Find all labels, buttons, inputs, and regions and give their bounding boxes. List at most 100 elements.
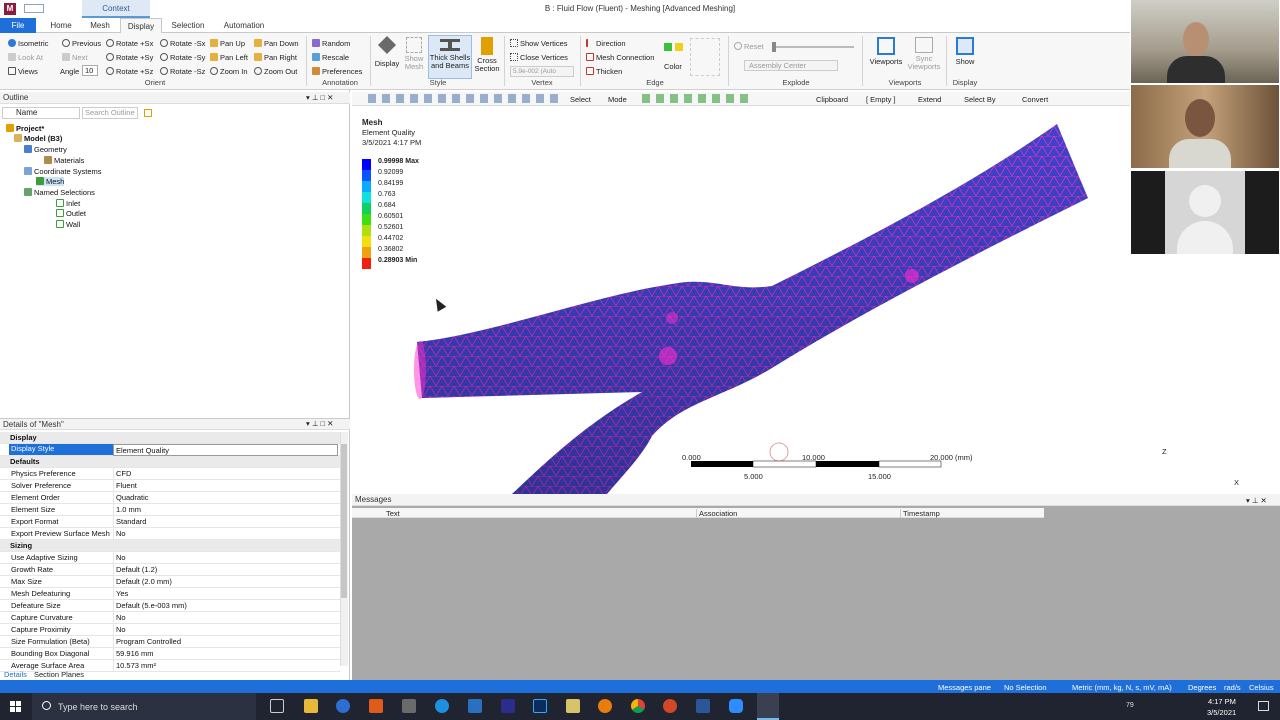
details-row[interactable]: Capture Curvature No bbox=[0, 612, 340, 624]
details-row[interactable]: Size Formulation (Beta) Program Controlle… bbox=[0, 636, 340, 648]
rescale-button[interactable]: Rescale bbox=[312, 53, 349, 62]
filter-icon[interactable] bbox=[144, 109, 152, 117]
details-row-value[interactable]: No bbox=[113, 612, 338, 624]
rotate-plus-sy-button[interactable]: Rotate +Sy bbox=[106, 53, 153, 62]
details-row-value[interactable]: No bbox=[113, 528, 338, 540]
tab-file[interactable]: File bbox=[0, 18, 36, 33]
mesh-connection-button[interactable]: Mesh Connection bbox=[586, 53, 654, 62]
previous-button[interactable]: Previous bbox=[62, 39, 101, 48]
app-icon[interactable] bbox=[468, 699, 482, 713]
column-timestamp[interactable]: Timestamp bbox=[900, 509, 940, 518]
file-explorer-icon[interactable] bbox=[304, 699, 318, 713]
vertex-tolerance-input[interactable]: 5.9e-002 (Auto bbox=[510, 66, 574, 77]
details-row[interactable]: Capture Proximity No bbox=[0, 624, 340, 636]
rotate-plus-sz-button[interactable]: Rotate +Sz bbox=[106, 67, 153, 76]
tree-item-outlet[interactable]: Outlet bbox=[56, 209, 86, 218]
app-icon[interactable] bbox=[435, 699, 449, 713]
details-row-value[interactable]: Default (5.e-003 mm) bbox=[113, 600, 338, 612]
show-vertices-button[interactable]: Show Vertices bbox=[510, 39, 568, 48]
steam-icon[interactable] bbox=[336, 699, 350, 713]
isometric-button[interactable]: Isometric bbox=[8, 39, 48, 48]
assembly-center-dropdown[interactable]: Assembly Center bbox=[744, 60, 838, 71]
pan-up-button[interactable]: Pan Up bbox=[210, 39, 245, 48]
outline-pin-icon[interactable]: ▾ ⊥ □ ✕ bbox=[306, 93, 333, 102]
notification-icon[interactable] bbox=[1258, 701, 1269, 711]
outline-name-header[interactable]: Name bbox=[2, 107, 80, 119]
participant-video[interactable] bbox=[1131, 85, 1279, 168]
details-row-value[interactable]: Element Quality bbox=[113, 444, 338, 456]
details-row[interactable]: Export Format Standard bbox=[0, 516, 340, 528]
messages-pane-link[interactable]: Messages pane bbox=[938, 683, 991, 692]
details-row[interactable]: Solver Preference Fluent bbox=[0, 480, 340, 492]
tree-item-materials[interactable]: Materials bbox=[44, 156, 84, 165]
display-button[interactable]: Display bbox=[374, 35, 400, 75]
app-icon[interactable] bbox=[369, 699, 383, 713]
details-row-value[interactable]: Program Controlled bbox=[113, 636, 338, 648]
clipboard-dropdown[interactable]: Clipboard bbox=[816, 95, 848, 104]
details-row-value[interactable]: Fluent bbox=[113, 480, 338, 492]
details-row-value[interactable]: No bbox=[113, 624, 338, 636]
column-association[interactable]: Association bbox=[696, 509, 737, 518]
angle-input[interactable]: 10 bbox=[82, 65, 98, 76]
mode-dropdown[interactable]: Mode bbox=[608, 95, 627, 104]
look-at-button[interactable]: Look At bbox=[8, 53, 43, 62]
details-row[interactable]: Mesh Defeaturing Yes bbox=[0, 588, 340, 600]
quality-legend[interactable]: 0.99998 Max 0.92099 0.84199 0.763 0.684 0.605… bbox=[362, 158, 442, 271]
details-row-value[interactable]: Default (1.2) bbox=[113, 564, 338, 576]
details-row-value[interactable]: Quadratic bbox=[113, 492, 338, 504]
tree-item-wall[interactable]: Wall bbox=[56, 220, 80, 229]
preferences-button[interactable]: Preferences bbox=[312, 67, 362, 76]
edge-color-green-swatch[interactable] bbox=[664, 43, 672, 51]
task-view-icon[interactable] bbox=[270, 699, 284, 713]
details-row-value[interactable]: Standard bbox=[113, 516, 338, 528]
app-icon[interactable] bbox=[501, 699, 515, 713]
details-row-value[interactable]: 1.0 mm bbox=[113, 504, 338, 516]
select-mode-icons[interactable] bbox=[642, 94, 752, 103]
reset-button[interactable]: Reset bbox=[734, 42, 764, 51]
tree-item-inlet[interactable]: Inlet bbox=[56, 199, 80, 208]
views-button[interactable]: Views bbox=[8, 67, 38, 76]
details-row[interactable]: Element Size 1.0 mm bbox=[0, 504, 340, 516]
meshing-app-icon[interactable] bbox=[757, 693, 779, 720]
select-by-dropdown[interactable]: Select By bbox=[964, 95, 996, 104]
celsius-status[interactable]: Celsius bbox=[1249, 683, 1274, 692]
view-tool-icons[interactable] bbox=[368, 94, 558, 103]
pan-left-button[interactable]: Pan Left bbox=[210, 53, 248, 62]
sync-viewports-button[interactable]: Sync Viewports bbox=[904, 37, 944, 71]
word-icon[interactable] bbox=[402, 699, 416, 713]
participant-no-video[interactable] bbox=[1131, 171, 1279, 254]
details-row-value[interactable]: 59.916 mm bbox=[113, 648, 338, 660]
details-pin-icon[interactable]: ▾ ⊥ □ ✕ bbox=[306, 419, 333, 428]
zoom-out-button[interactable]: Zoom Out bbox=[254, 67, 297, 76]
tree-item-named-selections[interactable]: Named Selections bbox=[24, 188, 95, 197]
direction-button[interactable]: Direction bbox=[586, 39, 626, 48]
pan-right-button[interactable]: Pan Right bbox=[254, 53, 297, 62]
tab-mesh[interactable]: Mesh bbox=[84, 18, 116, 33]
details-row[interactable]: Max Size Default (2.0 mm) bbox=[0, 576, 340, 588]
thicken-button[interactable]: Thicken bbox=[586, 67, 622, 76]
tab-display[interactable]: Display bbox=[120, 18, 162, 33]
show-mesh-button[interactable]: Show Mesh bbox=[402, 37, 426, 71]
tree-item-coordinate-systems[interactable]: Coordinate Systems bbox=[24, 167, 102, 176]
tree-item-mesh[interactable]: Mesh bbox=[36, 177, 65, 186]
explode-slider[interactable] bbox=[772, 46, 854, 48]
section-planes-tab[interactable]: Section Planes bbox=[34, 670, 84, 679]
details-bottom-tab[interactable]: Details bbox=[4, 670, 27, 679]
details-row[interactable]: Use Adaptive Sizing No bbox=[0, 552, 340, 564]
details-row[interactable]: Element Order Quadratic bbox=[0, 492, 340, 504]
explode-slider-thumb[interactable] bbox=[772, 42, 776, 52]
chrome-icon[interactable] bbox=[631, 699, 645, 713]
close-vertices-button[interactable]: Close Vertices bbox=[510, 53, 568, 62]
details-row-value[interactable]: Yes bbox=[113, 588, 338, 600]
details-section-header[interactable]: Display bbox=[0, 432, 340, 444]
units-status[interactable]: Metric (mm, kg, N, s, mV, mA) bbox=[1072, 683, 1172, 692]
pan-down-button[interactable]: Pan Down bbox=[254, 39, 299, 48]
column-text[interactable]: Text bbox=[386, 509, 400, 518]
degrees-status[interactable]: Degrees bbox=[1188, 683, 1216, 692]
cross-section-button[interactable]: Cross Section bbox=[474, 37, 500, 73]
edge-color-yellow-swatch[interactable] bbox=[675, 43, 683, 51]
powerpoint-icon[interactable] bbox=[663, 699, 677, 713]
participant-video[interactable] bbox=[1131, 0, 1279, 83]
pipe-geometry[interactable] bbox=[414, 124, 1088, 494]
blender-icon[interactable] bbox=[598, 699, 612, 713]
